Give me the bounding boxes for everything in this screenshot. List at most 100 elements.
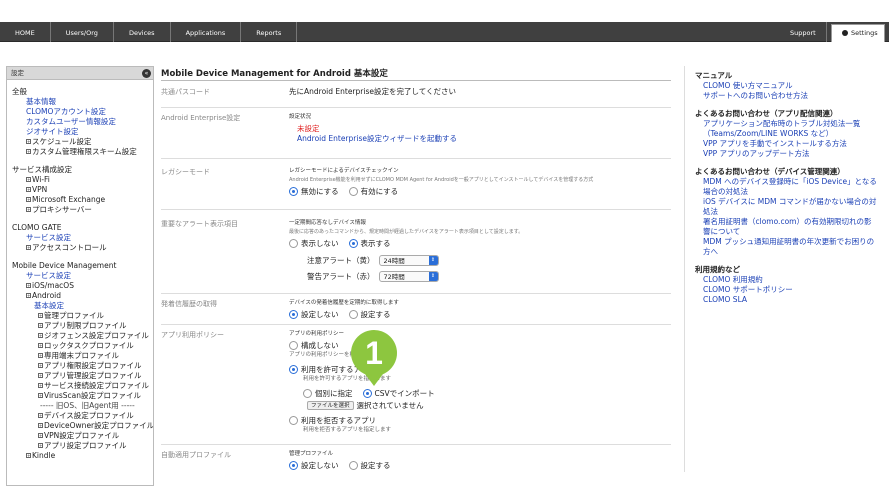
sidebar-item[interactable]: + デバイス設定プロファイル (12, 411, 153, 421)
radio-empty-icon (303, 388, 312, 398)
help-link[interactable]: iOS デバイスに MDM コマンドが届かない場合の対 (695, 197, 883, 207)
sidebar-item[interactable]: + サービス接続設定プロファイル (12, 381, 153, 391)
sidebar-item[interactable]: + プロキシサーバー (12, 205, 153, 215)
help-link[interactable]: CLOMO 利用規約 (695, 275, 883, 285)
choose-file-button[interactable]: ファイルを選択 (307, 400, 354, 410)
help-link[interactable]: 方へ (695, 247, 883, 257)
collapse-sidebar-icon[interactable]: « (142, 69, 151, 78)
sidebar-item[interactable]: + Kindle (12, 451, 153, 461)
sidebar-item[interactable]: + スケジュール設定 (12, 137, 153, 147)
expand-plus-icon[interactable]: + (26, 245, 31, 250)
caution-alert-select[interactable]: 24時間 ⇕ (378, 254, 439, 266)
sidebar-item[interactable]: + アプリ権限設定プロファイル (12, 361, 153, 371)
expand-plus-icon[interactable]: + (38, 393, 43, 398)
help-link[interactable]: CLOMO サポートポリシー (695, 285, 883, 295)
sidebar-item[interactable]: + ロックタスクプロファイル (12, 341, 153, 351)
expand-plus-icon[interactable]: + (38, 413, 43, 418)
expand-plus-icon[interactable]: + (38, 313, 43, 318)
alert-option-show[interactable]: 表示する (348, 238, 391, 249)
sidebar-item[interactable]: + iOS/macOS (12, 281, 153, 291)
help-link[interactable]: 響について (695, 227, 883, 237)
allow-method-individual[interactable]: 個別に指定 (303, 388, 353, 399)
expand-plus-icon[interactable]: + (38, 343, 43, 348)
sidebar-item[interactable]: + アクセスコントロール (12, 243, 153, 253)
expand-plus-icon[interactable]: + (26, 187, 31, 192)
expand-plus-icon[interactable]: + (26, 453, 31, 458)
auto-apply-option-off[interactable]: 設定しない (289, 460, 339, 471)
enterprise-status: 未設定 (297, 124, 320, 133)
app-policy-option-allow[interactable]: 利用を許可するアプリ (289, 363, 671, 375)
expand-plus-icon[interactable]: + (38, 423, 43, 428)
sidebar-item[interactable]: + 管理プロファイル (12, 311, 153, 321)
sidebar-item[interactable]: + 専用端末プロファイル (12, 351, 153, 361)
auto-apply-option-on[interactable]: 設定する (348, 460, 391, 471)
help-link[interactable]: CLOMO SLA (695, 295, 883, 305)
sidebar-item[interactable]: + VPN (12, 185, 153, 195)
nav-devices[interactable]: Devices (114, 22, 171, 42)
expand-plus-icon[interactable]: + (38, 433, 43, 438)
history-option-on[interactable]: 設定する (348, 309, 391, 320)
sidebar-item[interactable]: サービス設定 (12, 233, 153, 243)
help-link[interactable]: CLOMO 使い方マニュアル (695, 81, 883, 91)
history-value: デバイスの発着信履歴を定期的に取得します 設定しない 設定する (289, 299, 671, 320)
help-link[interactable]: MDM プッシュ通知用証明書の年次更新でお困りの (695, 237, 883, 247)
expand-plus-icon[interactable]: + (26, 197, 31, 202)
sidebar-item[interactable]: 基本設定 (12, 301, 153, 311)
nav-settings[interactable]: Settings (831, 24, 885, 42)
app-policy-allow-desc: 利用を許可するアプリを指定します (303, 376, 392, 382)
help-link[interactable]: 署名用証明書（clomo.com）の有効期限切れの影 (695, 217, 883, 227)
nav-users-org[interactable]: Users/Org (51, 22, 114, 42)
nav-support[interactable]: Support (780, 22, 827, 42)
history-option-off[interactable]: 設定しない (289, 309, 339, 320)
caution-alert-label: 注意アラート（黄） (307, 255, 375, 265)
help-link[interactable]: MDM へのデバイス登録時に「iOS Device」となる (695, 177, 883, 187)
enterprise-wizard-link[interactable]: Android Enterprise設定ウィザードを起動する (289, 134, 671, 144)
expand-plus-icon[interactable]: + (26, 207, 31, 212)
sidebar-item[interactable]: CLOMOアカウント設定 (12, 107, 153, 117)
help-link[interactable]: 処法 (695, 207, 883, 217)
sidebar-item[interactable]: + ジオフェンス設定プロファイル (12, 331, 153, 341)
sidebar-item[interactable]: + アプリ設定プロファイル (12, 441, 153, 451)
sidebar-item[interactable]: + Wi-Fi (12, 175, 153, 185)
sidebar-item[interactable]: + Android (12, 291, 153, 301)
sidebar-item[interactable]: + VPN設定プロファイル (12, 431, 153, 441)
expand-plus-icon[interactable]: + (26, 139, 31, 144)
legacy-option-disable[interactable]: 無効にする (289, 186, 339, 197)
help-link[interactable]: VPP アプリのアップデート方法 (695, 149, 883, 159)
expand-plus-icon[interactable]: + (26, 177, 31, 182)
app-policy-option-deny[interactable]: 利用を拒否するアプリ (289, 414, 671, 426)
expand-plus-icon[interactable]: + (38, 323, 43, 328)
sidebar-item[interactable]: + アプリ管理設定プロファイル (12, 371, 153, 381)
help-link[interactable]: VPP アプリを手動でインストールする方法 (695, 139, 883, 149)
expand-plus-icon[interactable]: + (26, 283, 31, 288)
legacy-option-enable[interactable]: 有効にする (348, 186, 398, 197)
nav-reports[interactable]: Reports (241, 22, 298, 42)
sidebar-item[interactable]: ジオサイト設定 (12, 127, 153, 137)
allow-method-csv[interactable]: CSVでインポート (362, 388, 435, 399)
nav-applications[interactable]: Applications (171, 22, 242, 42)
expand-plus-icon[interactable]: + (38, 363, 43, 368)
expand-plus-icon[interactable]: + (26, 149, 31, 154)
help-link[interactable]: （Teams/Zoom/LINE WORKS など） (695, 129, 883, 139)
nav-home[interactable]: HOME (6, 22, 51, 42)
help-link[interactable]: 場合の対処法 (695, 187, 883, 197)
expand-plus-icon[interactable]: + (38, 443, 43, 448)
sidebar-item[interactable]: + アプリ制限プロファイル (12, 321, 153, 331)
expand-plus-icon[interactable]: + (26, 293, 31, 298)
expand-plus-icon[interactable]: + (38, 383, 43, 388)
sidebar-item[interactable]: + DeviceOwner設定プロファイル (12, 421, 153, 431)
sidebar-item[interactable]: サービス設定 (12, 271, 153, 281)
sidebar-item[interactable]: カスタムユーザー情報設定 (12, 117, 153, 127)
sidebar-item[interactable]: + カスタム管理権限スキーム設定 (12, 147, 153, 157)
app-policy-option-none[interactable]: 構成しない (289, 339, 671, 351)
help-link[interactable]: アプリケーション配布時のトラブル対処法一覧 (695, 119, 883, 129)
sidebar-item[interactable]: 基本情報 (12, 97, 153, 107)
expand-plus-icon[interactable]: + (38, 353, 43, 358)
sidebar-item[interactable]: + Microsoft Exchange (12, 195, 153, 205)
sidebar-item[interactable]: + VirusScan設定プロファイル (12, 391, 153, 401)
expand-plus-icon[interactable]: + (38, 333, 43, 338)
help-link[interactable]: サポートへのお問い合わせ方法 (695, 91, 883, 101)
warning-alert-select[interactable]: 72時間 ⇕ (378, 270, 439, 282)
expand-plus-icon[interactable]: + (38, 373, 43, 378)
alert-option-hide[interactable]: 表示しない (289, 238, 339, 249)
